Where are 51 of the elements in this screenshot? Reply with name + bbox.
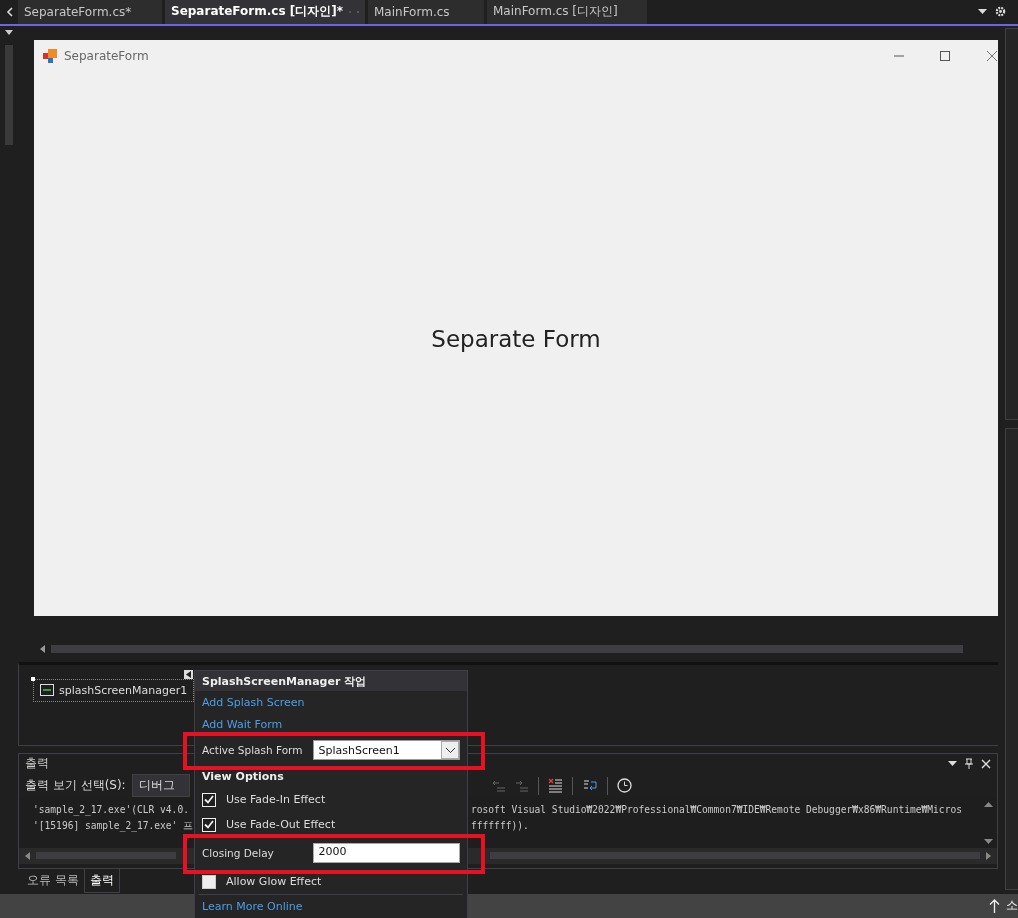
field-label: Active Splash Form (202, 744, 304, 756)
scrollbar-track[interactable] (36, 852, 176, 859)
document-tab[interactable]: MainForm.cs [디자인] (487, 0, 647, 24)
document-tab[interactable]: MainForm.cs (368, 0, 484, 24)
panel-title: SplashScreenManager 작업 (195, 671, 467, 691)
component-icon (40, 684, 54, 696)
task-link[interactable]: Learn More Online (202, 899, 303, 913)
form-label: Separate Form (431, 325, 601, 352)
scroll-down-icon[interactable] (983, 838, 993, 844)
settings-icon[interactable] (995, 6, 1006, 18)
clear-all-icon[interactable] (547, 778, 563, 793)
app-logo-icon (42, 47, 58, 64)
dropdown-icon[interactable] (948, 760, 957, 767)
scrollbar[interactable] (51, 644, 963, 653)
field-label: 출력 보기 선택(S): (25, 777, 126, 794)
field-label: Closing Delay (202, 847, 275, 859)
chevron-down-icon[interactable] (445, 747, 455, 753)
section-header: View Options (202, 769, 284, 783)
window-title: SeparateForm (64, 48, 149, 63)
status-text: 소 (1006, 897, 1018, 915)
checkbox-label: Use Fade-In Effect (226, 793, 326, 806)
checkbox-label: Allow Glow Effect (226, 875, 322, 888)
panel-title: 출력 (25, 755, 49, 772)
splash-form-dropdown[interactable]: SplashScreen1 (313, 740, 460, 760)
scrollbar-track[interactable] (490, 852, 980, 859)
chevron-left-icon[interactable] (5, 6, 13, 17)
document-tab[interactable]: SeparateForm.cs* (18, 0, 162, 24)
scroll-right-icon[interactable] (986, 851, 991, 860)
scroll-left-icon[interactable] (40, 644, 45, 653)
checkbox-label: Use Fade-Out Effect (226, 818, 336, 831)
output-text: '[15196] sample_2_17.exe' 프 (33, 819, 194, 831)
checkbox[interactable] (202, 874, 216, 889)
word-wrap-icon[interactable] (581, 778, 598, 793)
dropdown-icon[interactable] (5, 29, 13, 35)
maximize-icon[interactable] (940, 50, 950, 61)
panel-tab[interactable]: 오류 목록 (22, 868, 84, 893)
output-text: 'sample_2_17.exe'(CLR v4.0. (33, 803, 189, 815)
output-text: rosoft Visual Studio₩2022₩Professional₩Common7₩IDE₩Remote Debugger₩x86₩Runtime₩Micros (471, 802, 962, 817)
output-text: fffffff)). (471, 818, 529, 833)
panel-tab[interactable]: 출력 (83, 868, 120, 893)
source-dropdown[interactable]: 디버그 (131, 774, 190, 797)
task-link[interactable]: Add Wait Form (202, 717, 283, 731)
task-link[interactable]: Add Splash Screen (202, 695, 305, 709)
arrow-up-icon[interactable] (989, 898, 1000, 913)
delay-input[interactable]: 2000 (313, 843, 460, 863)
scroll-left-icon[interactable] (25, 851, 30, 860)
scrollbar[interactable] (5, 44, 13, 145)
clock-icon[interactable] (616, 778, 632, 793)
dropdown-icon[interactable] (978, 8, 987, 15)
smart-tag-glyph[interactable] (184, 670, 193, 679)
scroll-up-icon[interactable] (983, 801, 993, 807)
